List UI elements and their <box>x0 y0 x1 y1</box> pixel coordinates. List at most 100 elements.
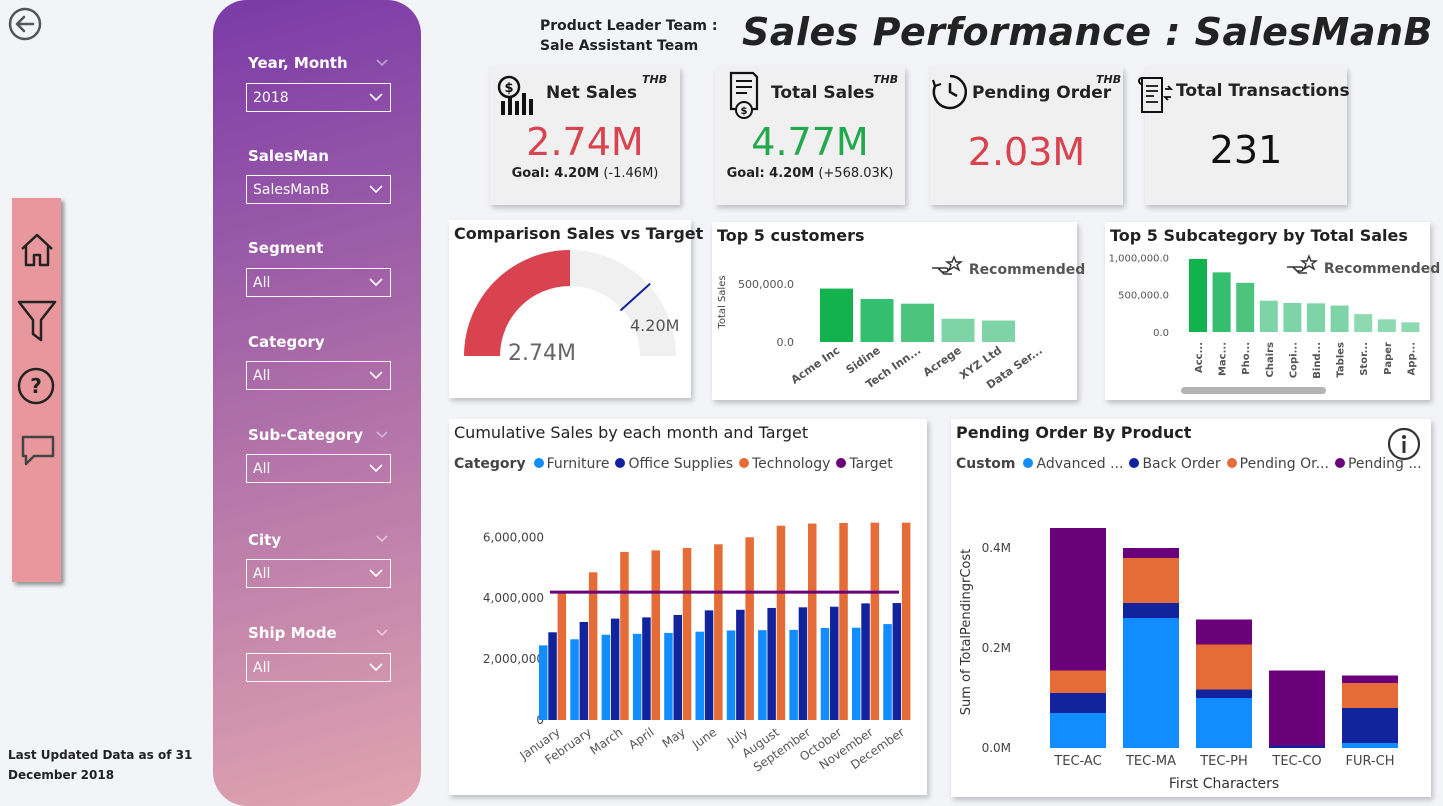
filter-label-year-month: Year, Month <box>248 54 348 72</box>
year-month-value: 2018 <box>253 90 289 106</box>
bar <box>901 303 934 342</box>
bar <box>570 639 579 720</box>
salesman-value: SalesManB <box>253 182 330 198</box>
kpi-title: Pending Order <box>972 83 1112 103</box>
x-tick-label: April <box>626 725 657 752</box>
y-axis-label: Sum of TotalPendingrCost <box>959 549 974 716</box>
goal-delta: (-1.46M) <box>603 166 659 181</box>
bar <box>664 632 673 720</box>
city-value: All <box>253 566 271 582</box>
team-line1: Product Leader Team : <box>540 18 718 34</box>
cumulative-sales-card: Cumulative Sales by each month and Targe… <box>449 419 927 795</box>
y-tick-label: 500,000.0 <box>1118 291 1169 302</box>
back-arrow-icon[interactable] <box>8 7 42 41</box>
bar <box>808 523 817 720</box>
bar <box>557 592 567 720</box>
filter-label-salesman: SalesMan <box>248 147 329 165</box>
net-sales-icon: $ <box>497 75 533 115</box>
bar <box>982 320 1015 342</box>
top-customers-card: Top 5 customers Recommended 500,000.0 0.0… <box>712 222 1085 400</box>
x-tick-label: May <box>660 725 688 751</box>
bar-segment <box>1050 670 1106 693</box>
last-updated-line2: December 2018 <box>8 768 115 782</box>
horizontal-scrollbar[interactable] <box>1181 387 1326 394</box>
x-tick-label: Acc... <box>1194 342 1205 373</box>
kpi-total-transactions: Total Transactions 231 <box>1138 67 1350 205</box>
bar <box>601 634 611 720</box>
bar-segment <box>1342 708 1398 743</box>
collapse-chevron-icon[interactable] <box>375 429 389 441</box>
bar <box>860 299 894 342</box>
bar <box>820 288 853 342</box>
comment-icon[interactable] <box>20 434 56 468</box>
filter-icon[interactable] <box>16 298 58 344</box>
gauge-value-label: 2.74M <box>508 341 576 366</box>
team-line2: Sale Assistant Team <box>540 38 699 54</box>
bar <box>941 318 975 342</box>
transactions-icon <box>1138 77 1173 113</box>
chevron-down-icon <box>369 185 383 194</box>
subcategory-dropdown[interactable]: All <box>246 454 391 483</box>
bar <box>1236 282 1255 332</box>
collapse-chevron-icon[interactable] <box>375 627 389 639</box>
bar-segment <box>1123 558 1179 603</box>
filter-label-category: Category <box>248 333 325 351</box>
x-tick-label: Stor... <box>1359 342 1370 376</box>
currency-label: THB <box>873 73 899 86</box>
segment-dropdown[interactable]: All <box>246 268 391 297</box>
city-dropdown[interactable]: All <box>246 559 391 588</box>
kpi-title: Total Sales <box>771 83 875 103</box>
category-dropdown[interactable]: All <box>246 361 391 390</box>
y-axis-label: Total Sales <box>717 275 728 329</box>
dashboard: ? Last Updated Data as of 31 December 20… <box>0 0 1443 806</box>
kpi-value: 2.03M <box>967 130 1086 174</box>
collapse-chevron-icon[interactable] <box>375 533 389 545</box>
gauge-target-label: 4.20M <box>630 316 679 335</box>
collapse-chevron-icon[interactable] <box>375 57 389 69</box>
subcategory-value: All <box>253 461 271 477</box>
bar-segment <box>1123 548 1179 558</box>
bar <box>852 627 861 720</box>
bar-segment <box>1196 644 1252 690</box>
ship-mode-dropdown[interactable]: All <box>246 653 391 682</box>
bar <box>870 522 880 720</box>
chevron-down-icon <box>369 371 383 380</box>
home-icon[interactable] <box>18 230 56 270</box>
segment-value: All <box>253 275 271 291</box>
kpi-value: 4.77M <box>751 120 869 164</box>
x-tick-label: Chairs <box>1265 342 1276 378</box>
bar-segment <box>1050 528 1106 671</box>
top-subcategory-chart: 1,000,000.0 500,000.0 0.0 Acc... Mac... Pho..… <box>1109 253 1420 379</box>
kpi-value: 2.74M <box>526 120 644 164</box>
top-customers-chart: 500,000.00.0Total SalesAcme Inc SidineTec… <box>717 275 1045 391</box>
pending-order-chart: 0.4M 0.2M 0.0M Sum of TotalPendingrCost Firs… <box>959 528 1398 792</box>
chevron-down-icon <box>369 278 383 287</box>
svg-text:$: $ <box>741 106 748 117</box>
bar <box>1283 302 1302 332</box>
bar <box>861 603 870 720</box>
bar <box>736 609 745 720</box>
bar <box>1259 300 1278 332</box>
goal-label: Goal: 4.20M <box>511 166 600 181</box>
y-tick-label: 2,000,000 <box>483 652 544 666</box>
bar <box>745 537 754 720</box>
y-tick-label: 4,000,000 <box>483 591 544 605</box>
kpi-value: 231 <box>1209 128 1283 172</box>
y-tick-label: 0.0M <box>982 741 1011 755</box>
bar <box>651 550 660 720</box>
x-tick-label: Mac... <box>1218 342 1229 376</box>
salesman-dropdown[interactable]: SalesManB <box>246 175 391 204</box>
bar <box>726 630 736 720</box>
nav-rail: ? <box>12 198 61 582</box>
year-month-dropdown[interactable]: 2018 <box>246 83 391 112</box>
kpi-pending-order: Pending Order THB 2.03M <box>930 67 1123 205</box>
bar-segment <box>1342 675 1398 683</box>
bar-segment <box>1342 683 1398 708</box>
top-subcategory-card: Top 5 Subcategory by Total Sales Recomme… <box>1105 222 1440 400</box>
bar <box>610 618 620 720</box>
bar <box>588 572 598 720</box>
bar <box>682 547 692 720</box>
help-icon[interactable]: ? <box>16 366 56 406</box>
bar-segment <box>1196 689 1252 698</box>
invoice-icon: $ <box>729 71 759 119</box>
